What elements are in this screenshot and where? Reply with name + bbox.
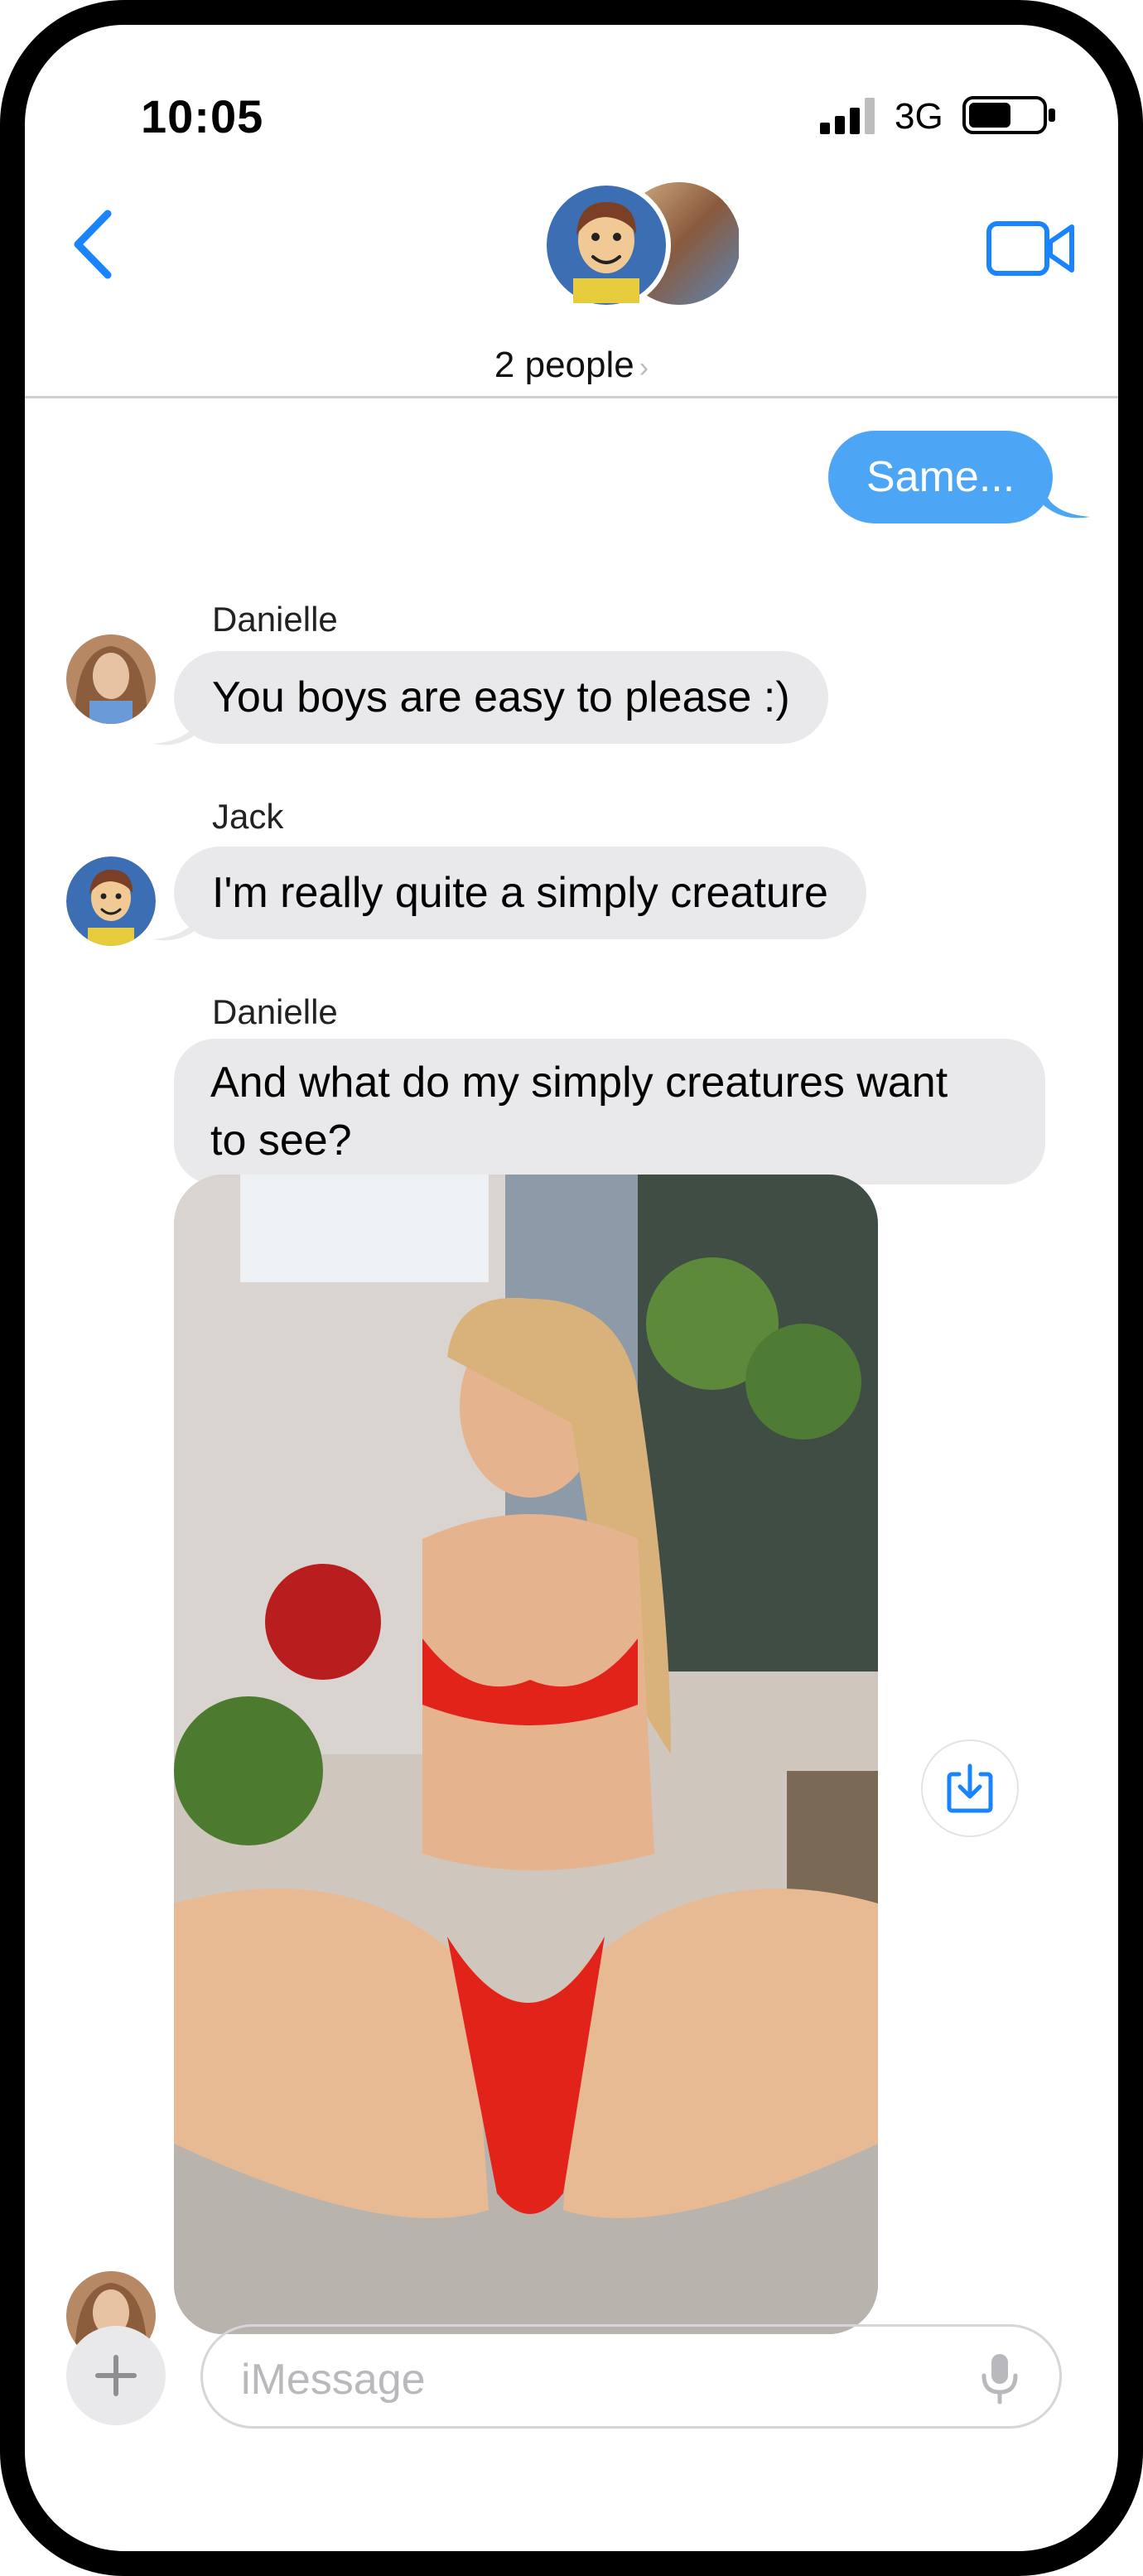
avatar [66, 856, 156, 946]
status-time: 10:05 [141, 90, 264, 142]
group-avatar[interactable] [540, 181, 739, 313]
avatar [66, 634, 156, 724]
network-type: 3G [895, 96, 943, 137]
message-bubble-incoming[interactable]: You boys are easy to please :) [174, 651, 828, 744]
download-icon [947, 1763, 993, 1813]
bubble-tail [152, 716, 199, 745]
message-text-line: And what do my simply creatures want [210, 1059, 948, 1107]
message-input-placeholder: iMessage [241, 2356, 426, 2404]
bubble-tail [152, 911, 199, 941]
add-attachment-button[interactable] [66, 2326, 166, 2425]
bubble-tail [1044, 489, 1090, 519]
sender-name: Jack [212, 797, 284, 836]
battery-icon [962, 96, 1055, 134]
image-attachment[interactable] [174, 1175, 878, 2334]
save-image-button[interactable] [921, 1739, 1019, 1837]
chevron-right-icon: › [639, 352, 649, 384]
header-divider [25, 396, 1118, 398]
message-bubble-incoming[interactable]: And what do my simply creatures want to … [174, 1039, 1045, 1184]
message-bubble-incoming[interactable]: I'm really quite a simply creature [174, 847, 866, 939]
phone-frame: 10:05 3G 2 people › Same... Danielle You… [0, 0, 1143, 2576]
microphone-icon[interactable] [979, 2352, 1020, 2405]
sender-name: Danielle [212, 992, 338, 1031]
sender-name: Danielle [212, 600, 338, 639]
plus-icon [95, 2355, 137, 2396]
message-bubble-outgoing[interactable]: Same... [828, 431, 1054, 523]
message-text-line: to see? [210, 1117, 352, 1165]
chevron-left-icon[interactable] [65, 207, 123, 282]
conversation-title[interactable]: 2 people › [25, 345, 1118, 386]
participants-label: 2 people [494, 345, 634, 385]
message-input[interactable]: iMessage [200, 2324, 1062, 2429]
video-camera-icon[interactable] [986, 215, 1077, 282]
